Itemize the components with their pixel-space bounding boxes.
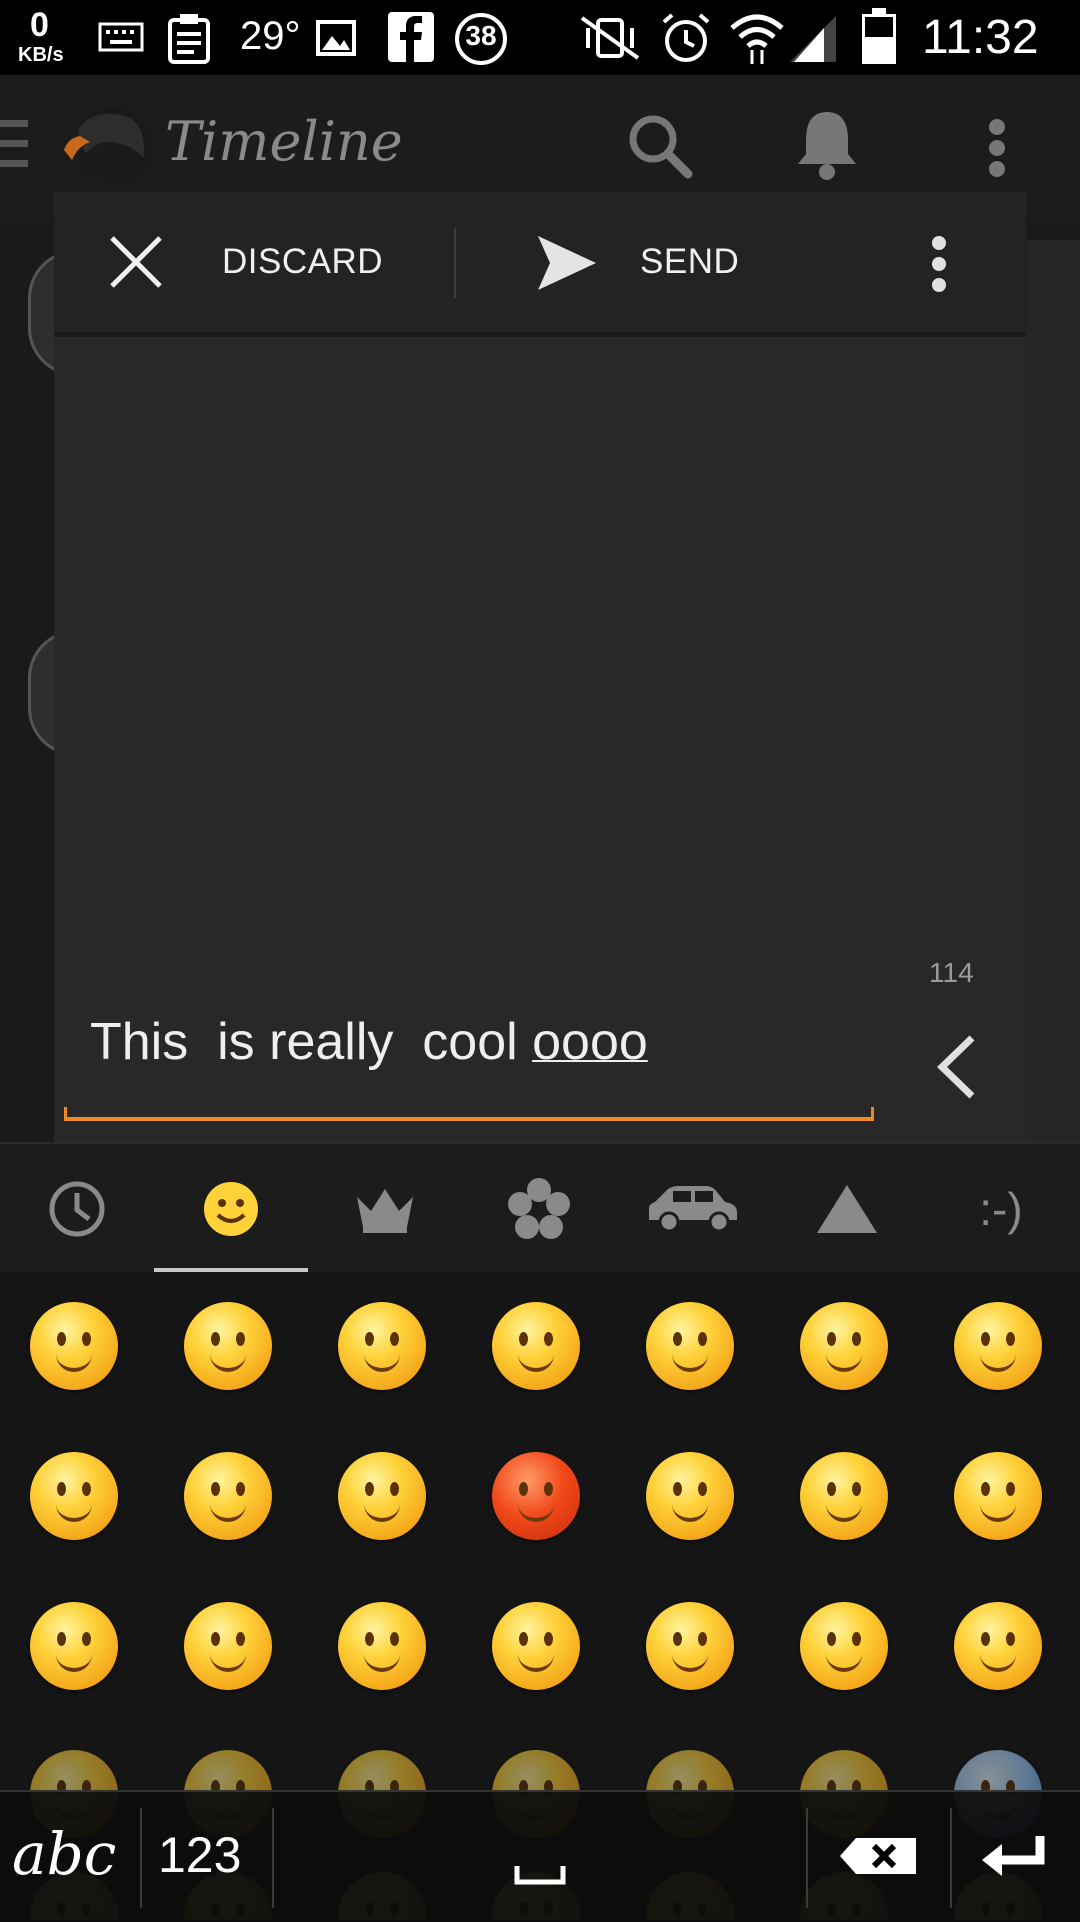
tab-emoticons[interactable]: :-) [924,1144,1078,1274]
compose-overflow-icon[interactable] [926,234,952,294]
emoji-key[interactable] [30,1602,118,1690]
emoji-key[interactable] [492,1602,580,1690]
image-icon [316,20,356,56]
send-label: SEND [640,242,740,281]
search-icon[interactable] [626,112,694,180]
clipboard-icon [168,14,210,64]
key-separator [950,1808,952,1908]
send-icon [538,236,596,290]
emoji-key[interactable] [800,1602,888,1690]
status-bar: 0 KB/s 29° 38 11:32 [0,0,1080,75]
battery-icon [862,8,896,64]
key-separator [272,1808,274,1908]
clock-text: 11:32 [922,11,1039,64]
emoji-key[interactable] [954,1302,1042,1390]
tab-symbols[interactable] [770,1144,924,1274]
composing-word: oooo [532,1013,648,1071]
send-button[interactable]: SEND [524,212,824,312]
emoji-key[interactable] [338,1602,426,1690]
key-separator [806,1808,808,1908]
triangle-icon [817,1185,877,1233]
emoji-key[interactable] [954,1452,1042,1540]
net-speed-unit: KB/s [18,44,64,66]
timeline-card-edge [1026,240,1080,1240]
tab-recent[interactable] [0,1144,154,1274]
emoji-key[interactable] [646,1302,734,1390]
emoji-key[interactable] [646,1602,734,1690]
abc-keyboard-key[interactable]: abc [12,1820,116,1888]
emoji-key[interactable] [646,1452,734,1540]
emoji-key[interactable] [184,1602,272,1690]
tab-travel[interactable] [616,1144,770,1274]
emoji-key[interactable] [954,1602,1042,1690]
emoji-key[interactable] [800,1302,888,1390]
emoji-key[interactable] [800,1452,888,1540]
toolbar-divider [454,228,456,298]
tab-smileys[interactable] [154,1144,308,1274]
text-field-underline [64,1107,874,1121]
clock-icon [49,1181,105,1237]
tab-objects[interactable] [308,1144,462,1274]
emoji-key[interactable] [184,1302,272,1390]
facebook-icon [388,12,434,62]
emoji-key[interactable] [184,1452,272,1540]
key-separator [140,1808,142,1908]
page-title: Timeline [165,110,403,173]
keyboard-icon [98,22,144,52]
emoji-key[interactable] [338,1302,426,1390]
compose-text-field[interactable]: This is really cool oooo [90,1012,648,1072]
signal-icon [790,16,836,62]
emoji-key[interactable] [492,1452,580,1540]
app-logo [64,106,153,186]
emoji-key[interactable] [30,1452,118,1540]
space-key-icon[interactable] [514,1862,566,1886]
compose-dialog: DISCARD SEND 114 This is really cool ooo… [54,192,1026,1142]
enter-key-icon[interactable] [980,1832,1048,1880]
menu-icon[interactable] [0,120,30,170]
temperature-text: 29° [240,14,301,58]
compose-toolbar: DISCARD SEND [54,192,1026,337]
compose-text: This is really cool [90,1013,533,1071]
wifi-icon [730,14,784,64]
emoji-key[interactable] [30,1302,118,1390]
discard-label: DISCARD [222,242,384,281]
overflow-menu-icon[interactable] [984,118,1010,178]
notification-count-text: 38 [465,20,497,51]
emoji-key[interactable] [338,1452,426,1540]
crown-icon [357,1189,413,1233]
chevron-left-icon[interactable] [934,1034,980,1100]
alarm-icon [662,13,710,62]
flower-icon [508,1178,570,1239]
tab-nature[interactable] [462,1144,616,1274]
emoji-key[interactable] [492,1302,580,1390]
smiley-icon [204,1182,258,1236]
close-icon [110,236,162,288]
net-speed-value: 0 [30,6,49,44]
notifications-bell-icon[interactable] [792,108,862,182]
car-icon [649,1186,737,1233]
character-counter: 114 [929,957,974,988]
vibrate-off-icon [580,16,640,60]
discard-button[interactable]: DISCARD [94,212,434,312]
numbers-keyboard-key[interactable]: 123 [158,1826,241,1884]
backspace-key-icon[interactable] [838,1836,918,1876]
emoji-category-tabs: :-) [0,1142,1080,1274]
